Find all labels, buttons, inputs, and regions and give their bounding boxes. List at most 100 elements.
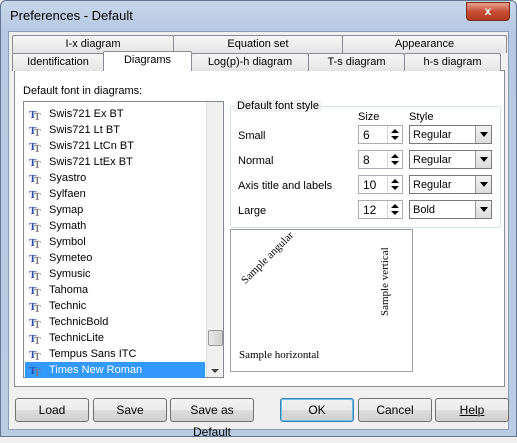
- chevron-down-icon[interactable]: [475, 176, 491, 193]
- truetype-font-icon: TT: [29, 268, 43, 283]
- spin-down-icon[interactable]: [391, 161, 399, 165]
- tab-diagrams[interactable]: Diagrams: [103, 51, 192, 71]
- truetype-font-icon: TT: [29, 348, 43, 363]
- size-spinner-small[interactable]: 6: [358, 125, 403, 144]
- tab-identification[interactable]: Identification: [12, 53, 104, 71]
- scroll-down-arrow-icon[interactable]: [211, 369, 219, 373]
- default-font-label: Default font in diagrams:: [23, 85, 143, 97]
- title-bar[interactable]: Preferences - Default x: [1, 1, 516, 31]
- spin-down-icon[interactable]: [391, 186, 399, 190]
- size-spinner-normal[interactable]: 8: [358, 150, 403, 169]
- style-combo-small[interactable]: Regular: [409, 125, 492, 144]
- svg-text:T: T: [34, 176, 41, 184]
- font-list-item[interactable]: T T Symath: [25, 218, 205, 235]
- tab-equation-set[interactable]: Equation set: [173, 35, 343, 53]
- font-list-item[interactable]: T T Sylfaen: [25, 186, 205, 203]
- size-spinner-axis[interactable]: 10: [358, 175, 403, 194]
- load-button[interactable]: Load: [15, 398, 89, 422]
- svg-text:T: T: [34, 208, 41, 216]
- font-list-item[interactable]: T T Symeteo: [25, 250, 205, 267]
- save-as-default-button[interactable]: Save as Default: [170, 398, 254, 439]
- tab-h-s-diagram[interactable]: h-s diagram: [404, 53, 501, 71]
- truetype-font-icon: TT: [29, 220, 43, 235]
- size-value-axis: 10: [363, 178, 377, 192]
- truetype-font-icon: TT: [29, 156, 43, 171]
- font-list-item[interactable]: T T TechnicBold: [25, 314, 205, 331]
- truetype-font-icon: TT: [29, 236, 43, 251]
- spin-up-icon[interactable]: [391, 154, 399, 158]
- font-list-item[interactable]: T T Symbol: [25, 234, 205, 251]
- svg-text:T: T: [34, 128, 41, 136]
- svg-text:T: T: [34, 240, 41, 248]
- svg-text:T: T: [34, 144, 41, 152]
- style-combo-normal[interactable]: Regular: [409, 150, 492, 169]
- style-combo-axis[interactable]: Regular: [409, 175, 492, 194]
- size-spinner-large[interactable]: 12: [358, 200, 403, 219]
- tab-logp-h-diagram[interactable]: Log(p)-h diagram: [191, 53, 309, 71]
- sample-horizontal-text: Sample horizontal: [239, 349, 320, 361]
- font-list-item[interactable]: T T Swis721 LtEx BT: [25, 154, 205, 171]
- chevron-down-icon[interactable]: [475, 126, 491, 143]
- font-name: Sylfaen: [49, 188, 86, 200]
- style-value-axis: Regular: [413, 179, 452, 191]
- size-value-normal: 8: [363, 153, 370, 167]
- style-value-small: Regular: [413, 129, 452, 141]
- ok-button[interactable]: OK: [280, 398, 354, 422]
- font-style-group-title: Default font style: [235, 100, 321, 112]
- spin-up-icon[interactable]: [391, 129, 399, 133]
- truetype-font-icon: TT: [29, 204, 43, 219]
- font-list-item[interactable]: T T Syastro: [25, 170, 205, 187]
- tab-appearance[interactable]: Appearance: [342, 35, 507, 53]
- font-listbox[interactable]: T T Swis721 Ex BT T T Swis721 Lt BT T T Swis721 …: [23, 101, 224, 379]
- font-list-item[interactable]: T T Tahoma: [25, 282, 205, 299]
- scrollbar-thumb[interactable]: [208, 330, 223, 346]
- truetype-font-icon: TT: [29, 108, 43, 123]
- svg-text:T: T: [34, 112, 41, 120]
- save-button[interactable]: Save: [93, 398, 167, 422]
- row-label-small: Small: [238, 130, 266, 142]
- row-label-large: Large: [238, 205, 267, 217]
- spin-down-icon[interactable]: [391, 136, 399, 140]
- font-sample-preview: Sample angular Sample vertical Sample ho…: [230, 229, 413, 372]
- spin-down-icon[interactable]: [391, 211, 399, 215]
- font-list-item[interactable]: T T Symap: [25, 202, 205, 219]
- font-list-item[interactable]: T T Swis721 Lt BT: [25, 122, 205, 139]
- style-combo-large[interactable]: Bold: [409, 200, 492, 219]
- svg-text:T: T: [34, 192, 41, 200]
- help-button[interactable]: Help: [435, 398, 509, 422]
- font-list-item[interactable]: T T Technic: [25, 298, 205, 315]
- svg-text:T: T: [34, 224, 41, 232]
- sample-vertical-text: Sample vertical: [379, 247, 391, 316]
- font-list-item[interactable]: T T Tempus Sans ITC: [25, 346, 205, 363]
- window-title: Preferences - Default: [10, 8, 133, 23]
- font-name: Swis721 LtCn BT: [49, 140, 134, 152]
- spin-up-icon[interactable]: [391, 204, 399, 208]
- chevron-down-icon[interactable]: [475, 201, 491, 218]
- font-name: TechnicLite: [49, 332, 105, 344]
- size-header: Size: [358, 111, 380, 123]
- cancel-button[interactable]: Cancel: [358, 398, 432, 422]
- font-list-item[interactable]: T T Swis721 LtCn BT: [25, 138, 205, 155]
- font-list-scrollbar[interactable]: [206, 102, 223, 377]
- font-name: Swis721 Lt BT: [49, 124, 120, 136]
- truetype-font-icon: TT: [29, 252, 43, 267]
- tab-t-s-diagram[interactable]: T-s diagram: [308, 53, 405, 71]
- svg-text:T: T: [34, 288, 41, 296]
- truetype-font-icon: TT: [29, 332, 43, 347]
- spin-up-icon[interactable]: [391, 179, 399, 183]
- font-list-item[interactable]: T T Times New Roman: [25, 362, 205, 379]
- svg-text:T: T: [34, 160, 41, 168]
- sample-angular-text: Sample angular: [239, 229, 297, 287]
- font-name: Tahoma: [49, 284, 89, 296]
- font-name: Symap: [49, 204, 84, 216]
- font-name: Symusic: [49, 268, 91, 280]
- font-list-item[interactable]: T T TechnicLite: [25, 330, 205, 347]
- font-list-item[interactable]: T T Symusic: [25, 266, 205, 283]
- svg-text:T: T: [34, 352, 41, 360]
- close-button[interactable]: x: [466, 2, 510, 21]
- svg-text:T: T: [34, 336, 41, 344]
- row-label-axis: Axis title and labels: [238, 180, 333, 192]
- font-list-item[interactable]: T T Swis721 Ex BT: [25, 106, 205, 123]
- chevron-down-icon[interactable]: [475, 151, 491, 168]
- font-name: Technic: [49, 300, 87, 312]
